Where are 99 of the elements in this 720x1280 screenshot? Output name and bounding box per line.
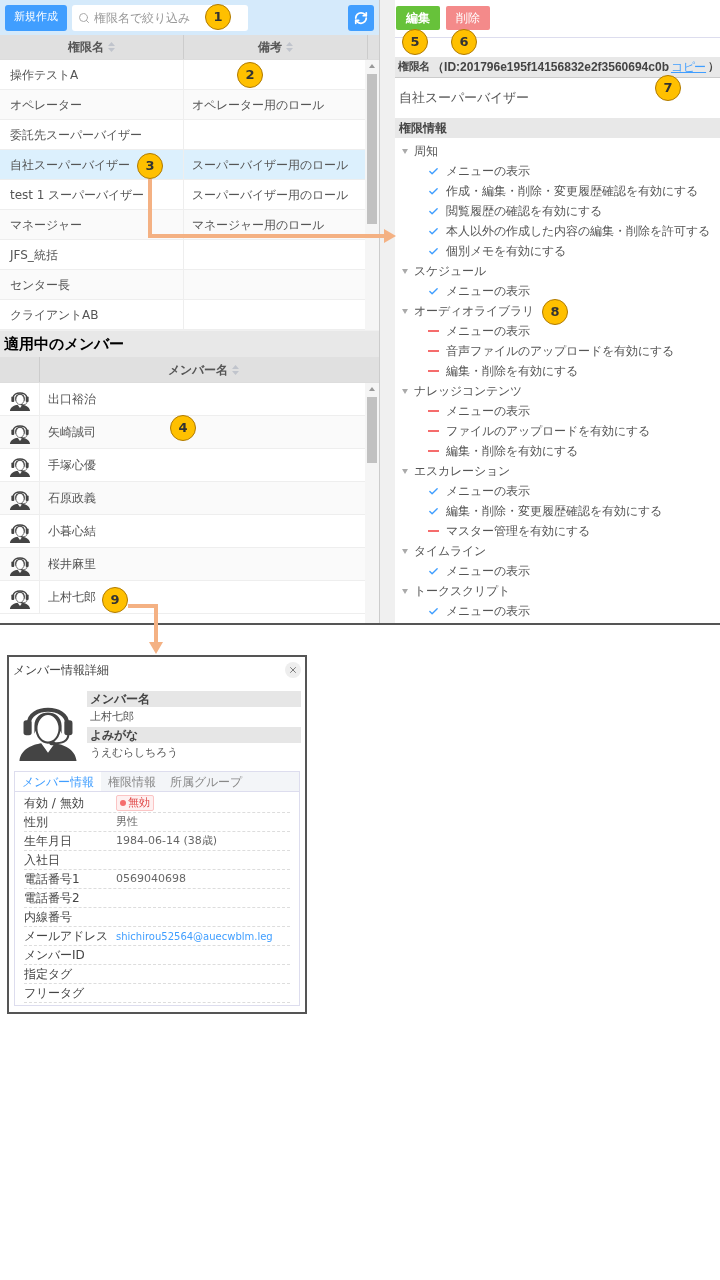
field-label: よみがな (87, 727, 301, 743)
permission-label: メニューの表示 (446, 283, 530, 300)
refresh-icon (354, 10, 368, 25)
table-row[interactable]: センター長 (0, 270, 366, 300)
caret-icon[interactable] (402, 468, 408, 474)
group-label[interactable]: トークスクリプト (414, 582, 510, 600)
role-name: 委託先スーパーバイザー (10, 126, 142, 144)
role-name: 自社スーパーバイザー (10, 156, 130, 174)
member-name[interactable]: 上村七郎 (48, 588, 96, 606)
caret-icon[interactable] (402, 588, 408, 594)
caret-icon[interactable] (402, 308, 408, 314)
permission-label: 編集・削除を有効にする (446, 443, 578, 460)
info-label: メンバーID (24, 947, 86, 964)
role-name: マネージャー (10, 216, 82, 234)
member-name[interactable]: 出口裕治 (48, 390, 96, 408)
permission-label: メニューの表示 (446, 483, 530, 500)
role-name-value: 自社スーパーバイザー (399, 89, 529, 108)
group-label[interactable]: オーディオライブラリ (414, 302, 534, 320)
permission-label: 音声ファイルのアップロードを有効にする (446, 343, 674, 360)
info-value: 男性 (116, 813, 138, 830)
permission-label: 閲覧履歴の確認を有効にする (446, 203, 602, 220)
member-name[interactable]: 石原政義 (48, 489, 96, 507)
permission-label: マスター管理を有効にする (446, 523, 590, 540)
member-name[interactable]: 手塚心優 (48, 456, 96, 474)
group-label[interactable]: 周知 (414, 142, 438, 160)
role-name: JFS_統括 (10, 246, 58, 264)
closing-paren: ） (708, 58, 719, 75)
tab[interactable]: 権限情報 (101, 772, 163, 791)
permission-label: メニューの表示 (446, 603, 530, 620)
dialog-title: メンバー情報詳細 (13, 662, 109, 679)
info-value: 1984-06-14 (38歳) (116, 832, 217, 849)
role-name: test 1 スーパーバイザー (10, 186, 145, 204)
table-row[interactable]: クライアントAB (0, 300, 366, 330)
caret-icon[interactable] (402, 268, 408, 274)
field-value: うえむらしちろう (90, 744, 178, 761)
info-label: 電話番号2 (24, 890, 81, 907)
member-name[interactable]: 小暮心結 (48, 522, 96, 540)
table-row[interactable]: JFS_統括 (0, 240, 366, 270)
info-label: メールアドレス (24, 928, 109, 945)
column-header[interactable]: 権限名 (0, 35, 184, 59)
table-row[interactable]: マネージャー マネージャー用のロール (0, 210, 366, 240)
info-label: 指定タグ (24, 966, 73, 983)
info-value: 0569040698 (116, 870, 186, 887)
info-label: フリータグ (24, 985, 85, 1002)
permission-label: メニューの表示 (446, 163, 530, 180)
error-icon (120, 800, 126, 806)
permission-label: 作成・編集・削除・変更履歴確認を有効にする (446, 183, 698, 200)
permission-label: ファイルのアップロードを有効にする (446, 423, 650, 440)
field-label: 権限名 (398, 58, 431, 75)
caret-icon[interactable] (402, 148, 408, 154)
permission-label: メニューの表示 (446, 403, 530, 420)
info-label: 内線番号 (24, 909, 73, 926)
table-row[interactable]: 委託先スーパーバイザー (0, 120, 366, 150)
permission-label: メニューの表示 (446, 563, 530, 580)
sort-icon[interactable] (286, 42, 293, 52)
close-icon (288, 665, 298, 675)
close-button[interactable] (285, 662, 301, 678)
column-header[interactable]: 備考 (184, 35, 368, 59)
permission-label: 個別メモを有効にする (446, 243, 566, 260)
info-label: 入社日 (24, 852, 61, 869)
sort-icon[interactable] (231, 364, 239, 375)
role-name: センター長 (10, 276, 70, 294)
table-row[interactable]: test 1 スーパーバイザー スーパーバイザー用のロール (0, 180, 366, 210)
callout-arrow (128, 604, 163, 654)
field-value: 上村七郎 (90, 708, 134, 725)
info-label: 生年月日 (24, 833, 73, 850)
role-note: スーパーバイザー用のロール (192, 156, 348, 174)
info-label: 有効 / 無効 (24, 795, 85, 812)
sort-icon[interactable] (108, 42, 115, 52)
member-name[interactable]: 矢崎誠司 (48, 423, 96, 441)
group-label[interactable]: ナレッジコンテンツ (414, 382, 522, 400)
caret-icon[interactable] (402, 388, 408, 394)
role-name: オペレーター (10, 96, 82, 114)
role-note: スーパーバイザー用のロール (192, 186, 348, 204)
section-header-bar: 権限情報 (395, 118, 720, 138)
permission-label: 編集・削除を有効にする (446, 363, 578, 380)
refresh-button[interactable] (348, 4, 374, 31)
role-note: オペレーター用のロール (192, 96, 324, 114)
info-label: 性別 (24, 814, 49, 831)
table-row[interactable]: オペレーター オペレーター用のロール (0, 90, 366, 120)
status-badge: 無効 (116, 795, 154, 811)
group-label[interactable]: タイムライン (414, 542, 486, 560)
group-label[interactable]: エスカレーション (414, 462, 510, 480)
role-id: （ID:201796e195f14156832e2f3560694c0b (432, 59, 669, 76)
group-label[interactable]: スケジュール (414, 262, 486, 280)
info-label: 電話番号1 (24, 871, 81, 888)
caret-icon[interactable] (402, 548, 408, 554)
scrollbar[interactable] (365, 383, 379, 623)
field-label: メンバー名 (87, 691, 301, 707)
permission-label: 編集・削除・変更履歴確認を有効にする (446, 503, 662, 520)
role-name: 操作テストA (10, 66, 79, 84)
section-title: 適用中のメンバー (4, 333, 124, 355)
member-name[interactable]: 桜井麻里 (48, 555, 96, 573)
permission-label: 本人以外の作成した内容の編集・削除を許可する (446, 223, 710, 240)
role-note: マネージャー用のロール (192, 216, 324, 234)
search-icon (78, 11, 90, 24)
permission-label: メニューの表示 (446, 323, 530, 340)
role-name: クライアントAB (10, 306, 99, 324)
scrollbar[interactable] (365, 60, 379, 330)
